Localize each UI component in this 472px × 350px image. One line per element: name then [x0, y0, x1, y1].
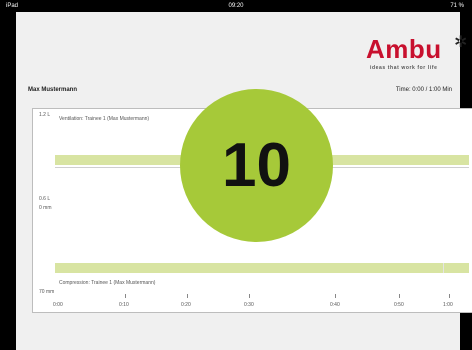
x-tick-mark [249, 294, 250, 298]
y-label-mid-volume: 0.6 L [39, 196, 51, 202]
logo-tagline: ideas that work for life [370, 65, 438, 71]
x-tick-label: 0:50 [394, 302, 404, 308]
x-tick-mark [125, 294, 126, 298]
compression-marker [443, 263, 444, 273]
trainee-name: Max Mustermann [28, 87, 78, 93]
status-clock: 09:20 [228, 3, 244, 9]
x-tick-mark [335, 294, 336, 298]
x-tick-mark [187, 294, 188, 298]
ventilation-series-label: Ventilation: Trainee 1 (Max Mustermann) [59, 116, 150, 122]
x-tick-mark [449, 294, 450, 298]
logo-star-icon: ✲ [454, 34, 468, 51]
countdown-value: 10 [222, 131, 291, 200]
x-tick-label: 0:10 [119, 302, 129, 308]
session-timer: Time: 0:00 / 1:00 Min [395, 87, 452, 93]
y-label-mid-depth: 0 mm [39, 205, 52, 211]
app-screen: Ambu ✲ ideas that work for life Max Must… [16, 12, 472, 350]
status-bar: iPad 09:20 71 % [0, 0, 472, 12]
x-tick-label: 1:00 [443, 302, 453, 308]
y-label-bottom: 70 mm [39, 289, 55, 295]
battery-indicator: 71 % [450, 3, 464, 9]
x-tick-label: 0:30 [244, 302, 254, 308]
x-tick-label: 0:20 [181, 302, 191, 308]
x-tick-label: 0:00 [53, 302, 63, 308]
logo-wordmark: Ambu [366, 34, 442, 64]
compression-target-band [55, 263, 469, 273]
y-label-top: 1.2 L [39, 112, 51, 118]
countdown-badge: 10 [180, 89, 333, 242]
ambu-logo: Ambu ✲ ideas that work for life [366, 34, 467, 74]
x-tick-label: 0:40 [330, 302, 340, 308]
compression-series-label: Compression: Trainee 1 (Max Mustermann) [59, 280, 156, 286]
x-tick-mark [399, 294, 400, 298]
